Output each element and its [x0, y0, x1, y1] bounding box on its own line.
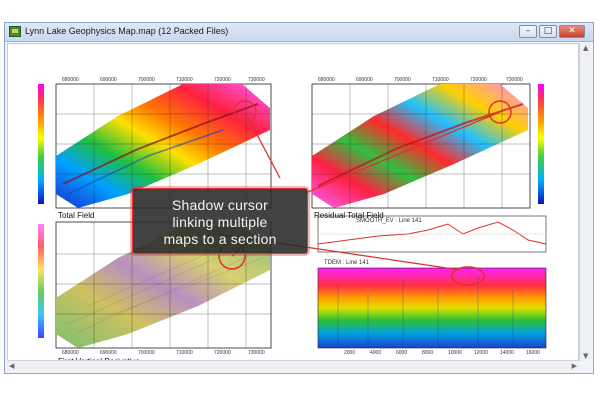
residual-x-tick-2: 700000: [394, 77, 411, 83]
section-x-tick-3: 8000: [422, 350, 434, 356]
tdem-raster: [317, 267, 547, 349]
scroll-left-icon[interactable]: ◀: [9, 362, 14, 370]
section-x-tick-6: 14000: [500, 350, 514, 356]
profile-label: SMOOTH_EV : Line 141: [356, 218, 422, 224]
residual-x-tick-4: 720000: [470, 77, 487, 83]
profile-plot: [317, 215, 547, 253]
total-field-x-tick-0: 680000: [62, 77, 79, 83]
callout-line-2: linking multiple: [172, 214, 268, 230]
derivative-x-tick-1: 690000: [100, 350, 117, 356]
total-field-x-tick-2: 700000: [138, 77, 155, 83]
derivative-x-tick-4: 720000: [214, 350, 231, 356]
map-file-icon: [9, 26, 21, 37]
title-bar[interactable]: Lynn Lake Geophysics Map.map (12 Packed …: [5, 23, 593, 42]
total-field-x-tick-1: 690000: [100, 77, 117, 83]
derivative-x-tick-2: 700000: [138, 350, 155, 356]
window-title: Lynn Lake Geophysics Map.map (12 Packed …: [25, 26, 229, 36]
tdem-section: [317, 266, 547, 349]
horizontal-scrollbar[interactable]: ◀ ▶: [7, 360, 579, 371]
scroll-up-icon[interactable]: ▲: [583, 44, 588, 52]
section-x-tick-2: 6000: [396, 350, 408, 356]
map-window: Lynn Lake Geophysics Map.map (12 Packed …: [4, 22, 594, 374]
close-button[interactable]: ✕: [559, 25, 585, 38]
residual-x-tick-1: 690000: [356, 77, 373, 83]
section-x-tick-7: 16000: [526, 350, 540, 356]
shadow-cursor-callout: Shadow cursor linking multiple maps to a…: [132, 188, 308, 254]
section-x-tick-4: 10000: [448, 350, 462, 356]
callout-line-3: maps to a section: [163, 231, 277, 247]
total-field-title: Total Field: [58, 211, 95, 220]
scroll-right-icon[interactable]: ▶: [572, 362, 577, 370]
derivative-x-tick-3: 710000: [176, 350, 193, 356]
section-x-tick-1: 4000: [370, 350, 382, 356]
derivative-color-scale: [38, 224, 44, 338]
residual-x-tick-5: 730000: [506, 77, 523, 83]
total-field-color-scale: [38, 84, 44, 204]
derivative-x-tick-5: 730000: [248, 350, 265, 356]
residual-color-scale: [538, 84, 544, 204]
scroll-down-icon[interactable]: ▼: [583, 352, 588, 360]
minimize-button[interactable]: –: [519, 25, 537, 38]
total-field-x-tick-5: 730000: [248, 77, 265, 83]
residual-map: [311, 83, 544, 209]
maximize-button[interactable]: □: [539, 25, 557, 38]
derivative-x-tick-0: 680000: [62, 350, 79, 356]
vertical-scrollbar[interactable]: ▲ ▼: [579, 43, 591, 361]
total-field-x-tick-3: 710000: [176, 77, 193, 83]
section-x-tick-5: 12000: [474, 350, 488, 356]
section-x-tick-0: 2000: [344, 350, 356, 356]
map-canvas[interactable]: 680000 690000 700000 710000 720000 73000…: [7, 43, 579, 366]
tdem-label: TDEM : Line 141: [324, 260, 370, 266]
residual-x-tick-0: 680000: [318, 77, 335, 83]
residual-x-tick-3: 710000: [432, 77, 449, 83]
total-field-x-tick-4: 720000: [214, 77, 231, 83]
callout-line-1: Shadow cursor: [172, 197, 268, 213]
